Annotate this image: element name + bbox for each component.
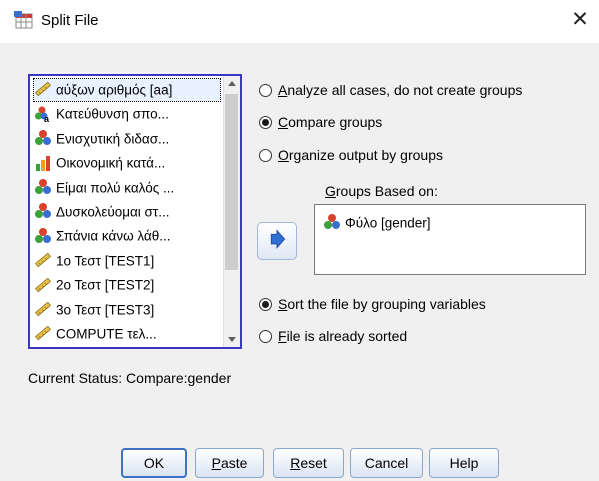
close-button[interactable]: ✕ [568,8,592,32]
list-item[interactable]: Φύλο [gender] [323,213,431,233]
reset-button[interactable]: Reset [273,448,344,478]
radio-button[interactable] [259,329,272,343]
variable-list-item[interactable]: αύξων αριθμός [aa] [33,78,221,102]
variable-list-item[interactable]: Είμαι πολύ καλός ... [34,177,220,199]
window-title: Split File [41,12,99,29]
groups-based-on-label: Groups Based on: [325,183,438,199]
scroll-up-arrow-icon[interactable] [224,76,240,92]
radio-compare-groups[interactable]: Compare groups [259,112,382,132]
scale-ruler-icon [35,82,51,97]
radio-button[interactable] [259,83,272,97]
title-bar: Split File ✕ [0,0,599,40]
variable-list-item[interactable]: a Κατεύθυνση σπο... [34,103,220,125]
move-arrow-icon [270,229,286,249]
nominal-string-icon: a [35,106,50,123]
scale-ruler-icon [35,252,51,268]
variable-list-item[interactable]: 3ο Τεστ [TEST3] [34,299,220,321]
variable-list[interactable]: αύξων αριθμός [aa] a Κατεύθυνση σπο... Ενισ… [28,74,242,349]
ok-button[interactable]: OK [121,448,187,478]
svg-text:a: a [44,114,50,123]
variable-list-item[interactable]: COMPUTE τελ... [34,323,220,345]
variable-list-item[interactable]: Δυσκολεύομαι στ... [34,201,220,223]
variable-list-scrollbar[interactable] [223,76,240,347]
radio-button[interactable] [259,148,272,162]
variable-label: 3ο Τεστ [TEST3] [56,302,155,318]
variable-label: Είμαι πολύ καλός ... [56,180,175,196]
nominal-icon [324,214,340,230]
variable-label: Ενισχυτική διδασ... [56,131,170,147]
move-to-groups-button[interactable] [257,222,297,260]
ordinal-icon [36,155,50,171]
variable-label: Σπάνια κάνω λάθ... [56,228,171,244]
radio-already-sorted[interactable]: File is already sorted [259,326,407,346]
cancel-button[interactable]: Cancel [350,448,423,478]
scale-ruler-icon [35,277,51,292]
variable-label: αύξων αριθμός [aa] [56,82,173,98]
radio-button[interactable] [259,115,272,129]
scroll-thumb[interactable] [225,94,238,270]
radio-organize-output[interactable]: Organize output by groups [259,145,443,165]
split-file-dialog: Split File ✕ αύξων αριθμός [aa] a Κατεύθυν… [0,0,599,481]
nominal-icon [35,130,51,146]
nominal-icon [35,203,51,219]
variable-list-item[interactable]: 2ο Τεστ [TEST2] [34,274,220,296]
variable-label: COMPUTE τελ... [56,326,157,342]
nominal-icon [35,179,51,195]
paste-button[interactable]: Paste [195,448,264,478]
variable-label: Οικονομική κατά... [56,155,166,171]
variable-label: Δυσκολεύομαι στ... [56,204,170,220]
current-status: Current Status: Compare:gender [28,370,232,386]
radio-sort-file[interactable]: Sort the file by grouping variables [259,294,486,314]
variable-list-item[interactable]: 1ο Τεστ [TEST1] [34,250,220,272]
help-button[interactable]: Help [429,448,499,478]
variable-label: Κατεύθυνση σπο... [56,106,169,122]
scroll-down-arrow-icon[interactable] [224,331,240,347]
groups-based-on-list[interactable]: Φύλο [gender] [314,204,586,275]
radio-analyze-all[interactable]: Analyze all cases, do not create groups [259,80,522,100]
radio-button[interactable] [259,297,272,311]
variable-label: 2ο Τεστ [TEST2] [56,277,155,293]
nominal-icon [35,227,51,243]
split-file-app-icon [14,11,33,29]
variable-list-item[interactable]: Ενισχυτική διδασ... [34,128,220,150]
scale-ruler-icon [35,301,51,317]
variable-list-item[interactable]: Οικονομική κατά... [34,152,220,174]
scale-ruler-icon [35,326,51,341]
variable-label: 1ο Τεστ [TEST1] [56,253,155,269]
variable-list-item[interactable]: Σπάνια κάνω λάθ... [34,225,220,247]
